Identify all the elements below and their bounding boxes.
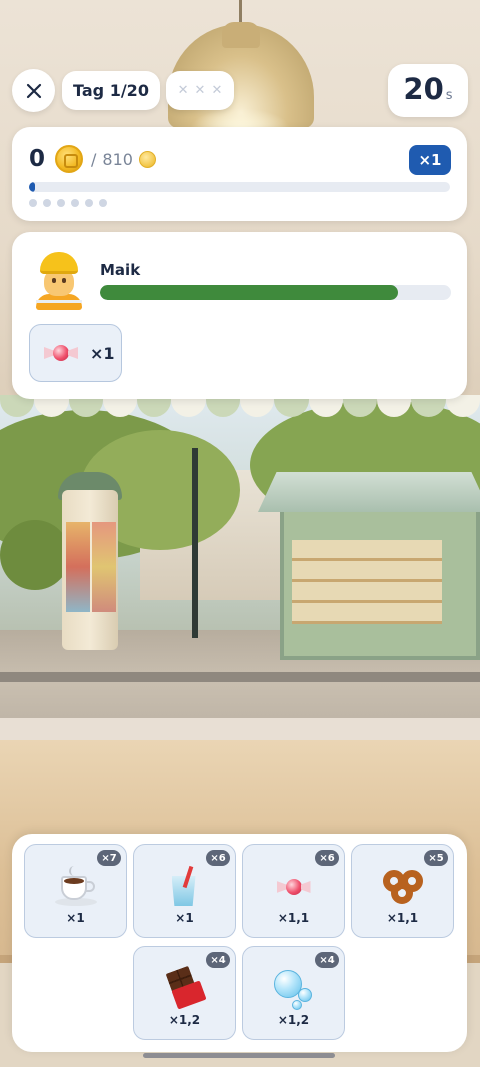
pretzel-icon	[381, 868, 425, 906]
inventory-slot-bubbles[interactable]: ×4 ×1,2	[242, 946, 345, 1040]
timer-value: 20	[403, 72, 444, 106]
milestone-dot	[99, 199, 107, 207]
stock-badge: ×6	[315, 850, 339, 866]
milestone-dot	[57, 199, 65, 207]
price-multiplier: ×1,1	[277, 911, 310, 925]
patience-fill	[100, 285, 399, 300]
candy-icon	[276, 875, 311, 899]
stock-badge: ×4	[315, 952, 339, 968]
timer: 20 s	[388, 64, 468, 117]
coin-goal-card: 0 / 810 ×1	[12, 127, 467, 221]
price-multiplier: ×1,2	[277, 1013, 310, 1027]
cup-with-straw-icon	[170, 865, 200, 908]
stock-badge: ×4	[206, 952, 230, 968]
star-empty-icon: ✕	[211, 83, 223, 98]
customer-card: Maik ×1	[12, 232, 467, 399]
timer-unit: s	[445, 88, 453, 103]
inventory-slot-chocolate[interactable]: ×4 ×1,2	[133, 946, 236, 1040]
poster	[66, 522, 90, 612]
patience-bar	[100, 285, 451, 300]
customer-name: Maik	[100, 261, 141, 279]
coin-goal: 810	[102, 149, 133, 169]
star-empty-icon: ✕	[194, 83, 206, 98]
coffee-icon	[54, 866, 97, 906]
stock-badge: ×6	[206, 850, 230, 866]
lamp-cap	[222, 22, 260, 48]
inventory-slot-pretzel[interactable]: ×5 ×1,1	[351, 844, 454, 938]
candy-icon	[44, 341, 78, 365]
poster	[92, 522, 116, 612]
street-lamppost	[192, 448, 198, 638]
bush	[0, 520, 70, 590]
inventory-slot-candy[interactable]: ×6 ×1,1	[242, 844, 345, 938]
stock-badge: ×7	[97, 850, 121, 866]
price-multiplier: ×1,2	[168, 1013, 201, 1027]
milestone-dot	[43, 199, 51, 207]
street-kiosk-roof	[258, 472, 480, 512]
day-counter: Tag 1/20	[62, 71, 160, 110]
milestone-dot	[85, 199, 93, 207]
close-icon	[26, 83, 41, 98]
stock-badge: ×5	[424, 850, 448, 866]
kiosk-shelf	[292, 540, 442, 624]
coin-icon	[55, 145, 84, 173]
milestone-dots	[29, 199, 107, 207]
bubbles-icon	[272, 968, 316, 1010]
coin-small-icon	[138, 150, 156, 168]
star-empty-icon: ✕	[177, 83, 189, 98]
inventory-slot-soda[interactable]: ×6 ×1	[133, 844, 236, 938]
street-view	[0, 400, 480, 730]
price-multiplier: ×1	[66, 911, 85, 925]
inventory-tray: ×7 ×1 ×6 ×1 ×6 ×1,1 ×5 ×1,1 ×4 ×1,2 ×4 ×…	[12, 834, 467, 1052]
close-button[interactable]	[12, 69, 55, 112]
curb	[0, 672, 480, 682]
coin-multiplier-badge: ×1	[409, 145, 451, 175]
home-indicator[interactable]	[143, 1053, 335, 1058]
price-multiplier: ×1	[175, 911, 194, 925]
construction-worker-icon	[34, 252, 84, 310]
order-quantity: ×1	[90, 343, 115, 363]
coin-progress-fill	[29, 182, 36, 192]
order-item: ×1	[29, 324, 122, 382]
inventory-slot-coffee[interactable]: ×7 ×1	[24, 844, 127, 938]
coin-separator: /	[91, 149, 97, 169]
chocolate-bar-icon	[165, 965, 207, 1010]
milestone-dot	[71, 199, 79, 207]
milestone-dot	[29, 199, 37, 207]
day-label: Tag 1/20	[73, 81, 149, 100]
price-multiplier: ×1,1	[386, 911, 419, 925]
star-rating: ✕ ✕ ✕	[166, 71, 234, 110]
coin-current: 0	[29, 146, 46, 172]
coin-summary: 0 / 810	[29, 143, 156, 175]
coin-progress-bar	[29, 182, 450, 192]
